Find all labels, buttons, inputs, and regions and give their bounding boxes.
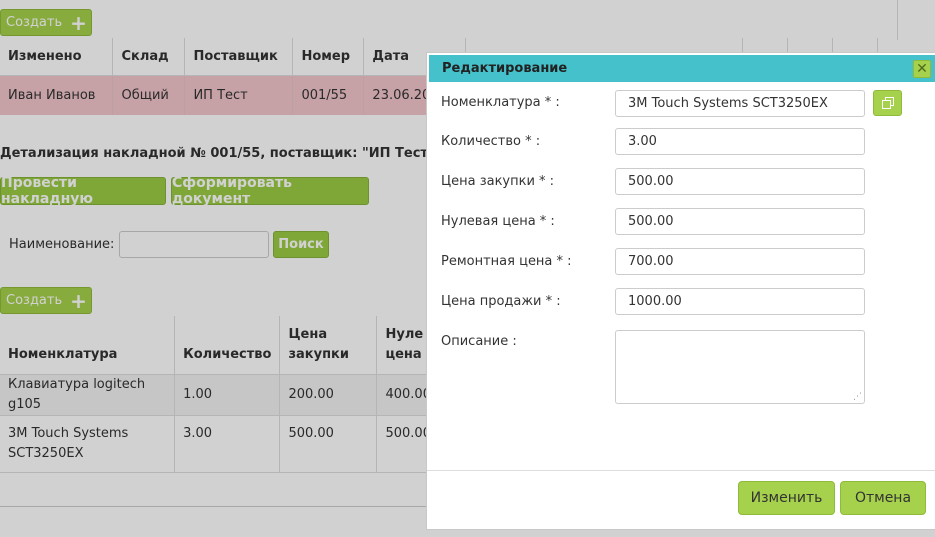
nomenclature-label: Номенклатура * : xyxy=(441,95,560,110)
nomenclature-field[interactable]: 3M Touch Systems SCT3250EX xyxy=(615,90,865,117)
purchase-price-field[interactable]: 500.00 xyxy=(615,168,865,195)
purchase-price-label: Цена закупки * : xyxy=(441,174,555,189)
sale-price-label: Цена продажи * : xyxy=(441,294,561,309)
resize-grip-icon[interactable]: ⋰ xyxy=(853,392,862,402)
sale-price-field[interactable]: 1000.00 xyxy=(615,288,865,315)
save-button[interactable]: Изменить xyxy=(738,481,835,515)
dialog-header[interactable]: Редактирование ✕ xyxy=(429,55,935,82)
edit-dialog: Редактирование ✕ Номенклатура * : 3M Tou… xyxy=(426,52,935,530)
cancel-button[interactable]: Отмена xyxy=(840,481,926,515)
description-label: Описание : xyxy=(441,334,517,349)
description-textarea[interactable]: ⋰ xyxy=(615,330,865,404)
dialog-title: Редактирование xyxy=(442,61,568,76)
quantity-label: Количество * : xyxy=(441,134,541,149)
zero-price-field[interactable]: 500.00 xyxy=(615,208,865,235)
quantity-field[interactable]: 3.00 xyxy=(615,128,865,155)
zero-price-label: Нулевая цена * : xyxy=(441,214,555,229)
repair-price-field[interactable]: 700.00 xyxy=(615,248,865,275)
open-window-icon[interactable] xyxy=(873,90,902,116)
dialog-footer-divider xyxy=(427,470,935,471)
repair-price-label: Ремонтная цена * : xyxy=(441,254,572,269)
close-icon[interactable]: ✕ xyxy=(913,60,931,78)
